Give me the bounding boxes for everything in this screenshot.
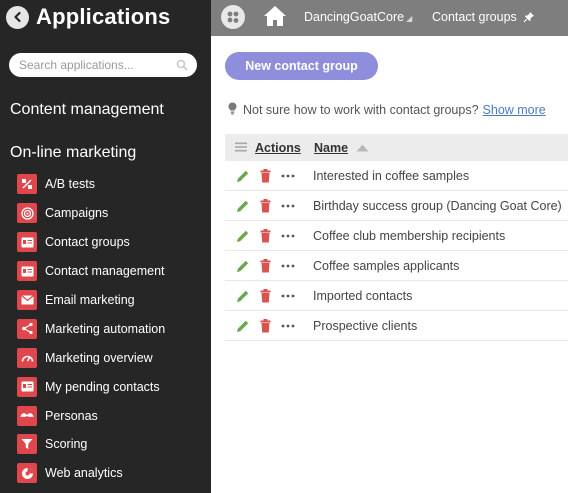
caret-down-icon: ◢: [406, 14, 413, 23]
contact-group-name[interactable]: Interested in coffee samples: [313, 169, 469, 183]
delete-trash-icon[interactable]: [260, 258, 271, 273]
actions-column-header[interactable]: Actions: [255, 141, 314, 155]
edit-pencil-icon[interactable]: [236, 169, 250, 183]
sidebar-item-my-pending-contacts[interactable]: My pending contacts: [17, 372, 211, 401]
current-application: Contact groups: [432, 10, 517, 24]
envelope-icon: [17, 290, 37, 310]
sidebar-item-label: Marketing automation: [45, 321, 166, 336]
edit-pencil-icon[interactable]: [236, 229, 250, 243]
sidebar-item-contact-management[interactable]: Contact management: [17, 257, 211, 286]
table-row: Coffee samples applicants: [225, 251, 568, 281]
search-input[interactable]: [19, 58, 179, 72]
delete-trash-icon[interactable]: [260, 228, 271, 243]
category-online-marketing[interactable]: On-line marketing: [10, 144, 136, 162]
search-box: [9, 53, 197, 77]
edit-pencil-icon[interactable]: [236, 289, 250, 303]
table-row: Birthday success group (Dancing Goat Cor…: [225, 191, 568, 221]
help-hint: Not sure how to work with contact groups…: [228, 102, 546, 118]
sidebar-item-label: A/B tests: [45, 177, 96, 192]
funnel-icon: [17, 434, 37, 455]
ab-test-icon: [17, 174, 37, 195]
sidebar-item-personas[interactable]: Personas: [17, 401, 211, 430]
delete-trash-icon[interactable]: [260, 318, 271, 333]
sidebar-title: Applications: [36, 4, 171, 29]
show-more-link[interactable]: Show more: [483, 103, 546, 117]
more-actions-icon[interactable]: [281, 324, 295, 328]
delete-trash-icon[interactable]: [260, 168, 271, 183]
sidebar-item-scoring[interactable]: Scoring: [17, 430, 211, 459]
sidebar-item-label: Contact groups: [45, 235, 130, 250]
more-actions-icon[interactable]: [281, 234, 295, 238]
row-actions: [225, 318, 313, 333]
more-actions-icon[interactable]: [281, 294, 295, 298]
sidebar-item-marketing-automation[interactable]: Marketing automation: [17, 314, 211, 343]
sidebar-item-marketing-overview[interactable]: Marketing overview: [17, 343, 211, 372]
sidebar-item-web-analytics[interactable]: Web analytics: [17, 459, 211, 488]
contact-group-name[interactable]: Coffee club membership recipients: [313, 229, 505, 243]
pie-chart-icon: [17, 463, 37, 484]
new-contact-group-button[interactable]: New contact group: [225, 52, 378, 80]
automation-flow-icon: [17, 318, 37, 339]
edit-pencil-icon[interactable]: [236, 319, 250, 333]
contact-group-name[interactable]: Coffee samples applicants: [313, 259, 459, 273]
column-menu-icon[interactable]: [235, 141, 247, 155]
contact-group-name[interactable]: Birthday success group (Dancing Goat Cor…: [313, 199, 562, 213]
edit-pencil-icon[interactable]: [236, 259, 250, 273]
back-arrow-icon[interactable]: [6, 5, 29, 29]
sidebar-item-label: Web analytics: [45, 466, 123, 481]
top-bar: DancingGoatCore ◢ Contact groups: [211, 0, 568, 36]
sidebar-item-campaigns[interactable]: Campaigns: [17, 199, 211, 228]
sidebar-item-label: Personas: [45, 408, 98, 423]
contact-group-name[interactable]: Imported contacts: [313, 289, 412, 303]
sidebar-item-label: Campaigns: [45, 206, 109, 221]
site-selector[interactable]: DancingGoatCore ◢: [304, 10, 412, 24]
sidebar-item-ab-tests[interactable]: A/B tests: [17, 170, 211, 199]
sidebar-item-label: Marketing overview: [45, 350, 153, 365]
pin-icon[interactable]: [523, 10, 535, 28]
row-actions: [225, 198, 313, 213]
more-actions-icon[interactable]: [281, 264, 295, 268]
table-row: Coffee club membership recipients: [225, 221, 568, 251]
table-row: Imported contacts: [225, 281, 568, 311]
lightbulb-icon: [228, 102, 237, 118]
site-name: DancingGoatCore: [304, 10, 405, 24]
grid-header: Actions Name: [225, 134, 568, 161]
row-actions: [225, 258, 313, 273]
sidebar-header: Applications: [6, 2, 170, 32]
gauge-icon: [17, 347, 37, 368]
row-actions: [225, 228, 313, 243]
sidebar-item-email-marketing[interactable]: Email marketing: [17, 286, 211, 315]
sidebar-menu: A/B tests Campaigns Contact groups Conta…: [17, 170, 211, 488]
delete-trash-icon[interactable]: [260, 288, 271, 303]
campaign-target-icon: [17, 203, 37, 224]
edit-pencil-icon[interactable]: [236, 199, 250, 213]
table-row: Interested in coffee samples: [225, 161, 568, 191]
sort-ascending-icon[interactable]: [356, 141, 369, 155]
sidebar-item-label: Email marketing: [45, 293, 135, 307]
more-actions-icon[interactable]: [281, 174, 295, 178]
sidebar-item-label: My pending contacts: [45, 379, 160, 394]
search-icon[interactable]: [176, 58, 188, 76]
contact-group-name[interactable]: Prospective clients: [313, 319, 417, 333]
row-actions: [225, 168, 313, 183]
contact-groups-grid: Actions Name Interested in coffee sample…: [225, 134, 568, 341]
contact-card-icon: [17, 261, 37, 282]
hint-text: Not sure how to work with contact groups…: [243, 103, 479, 117]
persona-mustache-icon: [17, 405, 37, 426]
sidebar-item-contact-groups[interactable]: Contact groups: [17, 228, 211, 257]
category-content-management[interactable]: Content management: [10, 101, 164, 119]
sidebar-item-label: Scoring: [45, 437, 88, 452]
home-icon[interactable]: [263, 5, 287, 32]
applications-sidebar: Applications Content management On-line …: [0, 0, 211, 493]
app-root: Applications Content management On-line …: [0, 0, 568, 493]
sidebar-item-label: Contact management: [45, 264, 165, 279]
row-actions: [225, 288, 313, 303]
name-column-header[interactable]: Name: [314, 141, 348, 155]
contact-card-icon: [17, 232, 37, 253]
delete-trash-icon[interactable]: [260, 198, 271, 213]
table-row: Prospective clients: [225, 311, 568, 341]
application-list-icon[interactable]: [221, 5, 245, 29]
contact-card-icon: [17, 376, 37, 397]
more-actions-icon[interactable]: [281, 204, 295, 208]
